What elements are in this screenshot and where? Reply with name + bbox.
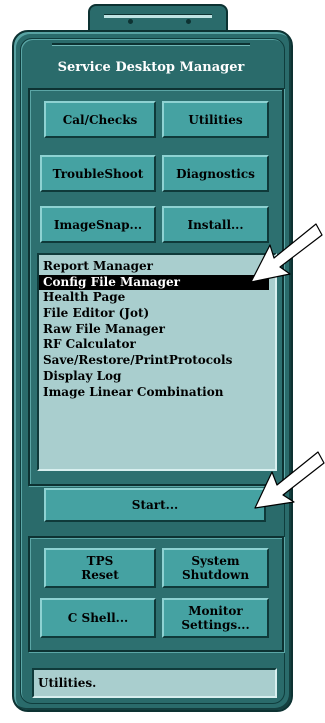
- handle-bar: [104, 14, 212, 18]
- list-item-file-editor[interactable]: File Editor (Jot): [39, 306, 275, 322]
- list-item-save-restore-print[interactable]: Save/Restore/PrintProtocols: [39, 353, 275, 369]
- list-item-rf-calculator[interactable]: RF Calculator: [39, 337, 275, 353]
- system-shutdown-button[interactable]: System Shutdown: [162, 548, 269, 588]
- monitor-settings-button[interactable]: Monitor Settings...: [162, 598, 269, 638]
- list-item-health-page[interactable]: Health Page: [39, 290, 275, 306]
- list-item-raw-file-manager[interactable]: Raw File Manager: [39, 322, 275, 338]
- utilities-button[interactable]: Utilities: [162, 101, 269, 138]
- imagesnap-button[interactable]: ImageSnap...: [40, 206, 156, 243]
- window-title: Service Desktop Manager: [57, 60, 245, 75]
- list-item-image-linear-combination[interactable]: Image Linear Combination: [39, 385, 275, 401]
- list-item-report-manager[interactable]: Report Manager: [39, 259, 275, 275]
- handle-dot-right: [186, 19, 191, 24]
- start-button[interactable]: Start...: [44, 488, 266, 522]
- diagnostics-button[interactable]: Diagnostics: [162, 155, 269, 192]
- troubleshoot-button[interactable]: TroubleShoot: [40, 155, 156, 192]
- c-shell-button[interactable]: C Shell...: [40, 598, 156, 638]
- header-divider: [52, 43, 250, 45]
- tps-reset-button[interactable]: TPS Reset: [44, 548, 156, 588]
- list-item-display-log[interactable]: Display Log: [39, 369, 275, 385]
- pointer-arrow-icon: [250, 223, 323, 283]
- cal-checks-button[interactable]: Cal/Checks: [44, 101, 156, 138]
- handle-dot-left: [128, 19, 133, 24]
- status-bar: Utilities.: [32, 668, 277, 698]
- pointer-arrow-icon: [254, 451, 325, 509]
- tool-list[interactable]: Report Manager Config File Manager Healt…: [37, 253, 277, 471]
- list-item-config-file-manager[interactable]: Config File Manager: [39, 274, 269, 291]
- window-handle[interactable]: [88, 4, 228, 30]
